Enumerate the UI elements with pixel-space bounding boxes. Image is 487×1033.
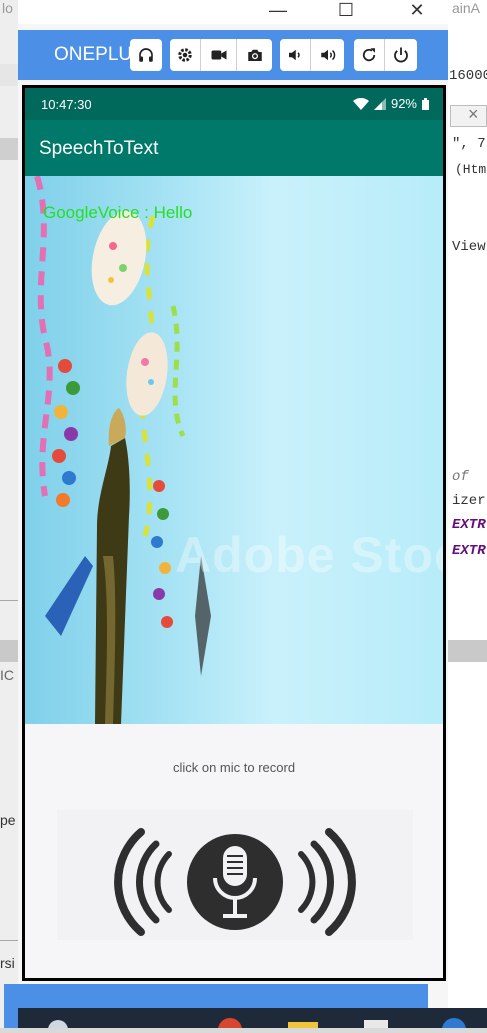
background-fragment: pe (0, 812, 16, 828)
stock-watermark: Adobe Stock (175, 527, 443, 583)
background-fragment: IC (0, 667, 14, 683)
wifi-icon (352, 97, 369, 110)
taskbar-icons (48, 1018, 466, 1033)
background-fragment: (Htm (455, 162, 487, 177)
mic-button[interactable] (57, 810, 413, 940)
background-tab-close-icon: × (468, 104, 479, 124)
maximize-button[interactable]: ☐ (328, 0, 364, 22)
background-band (0, 138, 18, 160)
toolbar-group-power (354, 39, 417, 71)
background-fragment: View (452, 239, 486, 255)
video-icon[interactable] (201, 39, 237, 71)
background-fragment: EXTR (452, 517, 486, 533)
background-fragment: rsi (0, 955, 15, 971)
signal-icon (373, 97, 386, 110)
toolbar-group-volume (280, 39, 344, 71)
app-bar: SpeechToText (25, 120, 443, 176)
party-image (34, 176, 211, 724)
background-fragment: of (452, 469, 469, 485)
background-divider (0, 600, 18, 601)
rotate-icon[interactable] (354, 39, 385, 71)
background-image: GoogleVoice : Hello Adobe Stock (25, 176, 443, 724)
window-titlebar: — ☐ ✕ (18, 0, 448, 24)
settings-icon[interactable] (170, 39, 201, 71)
background-fragment: 16000 (449, 68, 487, 84)
background-ide-right (448, 0, 487, 1028)
power-icon[interactable] (385, 39, 417, 71)
status-icons: 92% (352, 96, 429, 111)
background-fragment: ainA (452, 0, 481, 16)
background-fragment: izer (452, 493, 486, 509)
voice-result-text: GoogleVoice : Hello (43, 203, 193, 222)
status-bar: 10:47:30 92% (25, 88, 443, 120)
emulator-toolbar: ONEPLUS A (18, 30, 448, 80)
background-band (448, 640, 487, 662)
os-taskbar (18, 1008, 487, 1033)
background-fragment: lo (2, 0, 13, 16)
app-title: SpeechToText (39, 138, 159, 159)
background-fragment: ", 7 (452, 136, 486, 152)
toolbar-group-capture (170, 39, 272, 71)
background-band (0, 64, 18, 86)
background-fragment: EXTR (452, 543, 486, 559)
microphone-icon[interactable] (57, 810, 413, 940)
toolbar-group-audio (130, 39, 162, 71)
status-time: 10:47:30 (41, 97, 92, 112)
background-band (0, 640, 18, 662)
record-hint: click on mic to record (172, 760, 296, 775)
background-divider (0, 940, 18, 941)
device-screen: 10:47:30 92% SpeechToText GoogleVoice: … (25, 88, 443, 978)
minimize-button[interactable]: — (260, 0, 296, 22)
emulator-window: — ☐ ✕ ONEPLUS A 10:47:30 92% SpeechToTex… (18, 0, 448, 1028)
battery-percent: 92% (390, 96, 417, 111)
battery-icon (422, 97, 429, 110)
close-button[interactable]: ✕ (399, 0, 435, 22)
device-frame: 10:47:30 92% SpeechToText GoogleVoice: … (22, 85, 446, 981)
headphones-icon[interactable] (130, 39, 161, 71)
volume-up-icon[interactable] (311, 39, 344, 71)
camera-icon[interactable] (237, 39, 272, 71)
volume-down-icon[interactable] (280, 39, 311, 71)
